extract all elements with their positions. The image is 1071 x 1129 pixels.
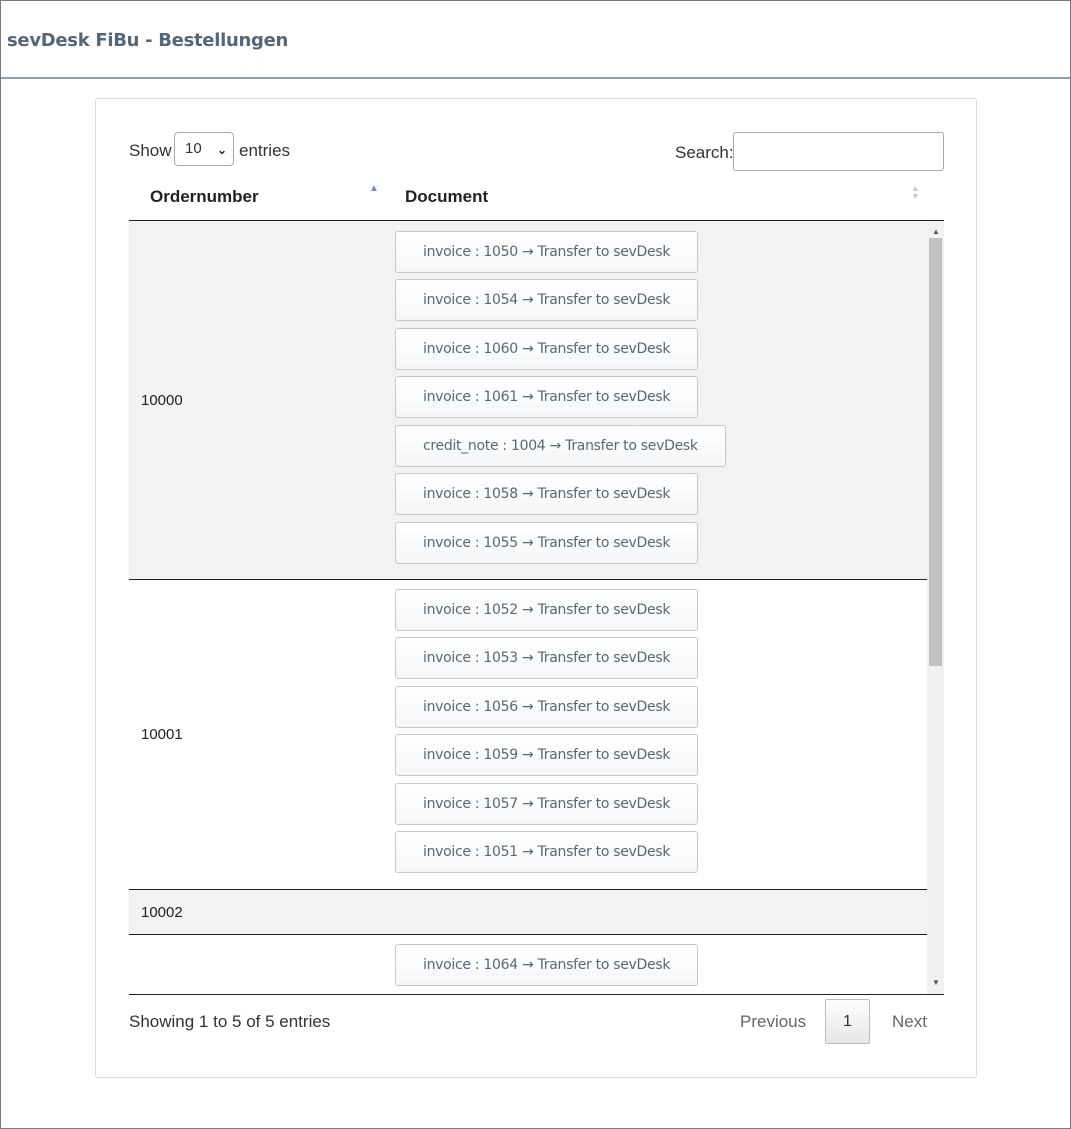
column-header-document[interactable]: Document bbox=[405, 187, 488, 207]
order-number-cell: 10002 bbox=[141, 904, 183, 921]
table-header: Ordernumber ▲ Document ▲ ▼ bbox=[129, 173, 944, 221]
table-row: 10001 invoice : 1052 → Transfer to sevDe… bbox=[129, 580, 927, 890]
scrollbar-thumb[interactable] bbox=[929, 238, 942, 666]
order-number-cell: 10000 bbox=[141, 392, 183, 409]
table-scroll-body[interactable]: 10000 invoice : 1050 → Transfer to sevDe… bbox=[129, 221, 944, 995]
transfer-document-button[interactable]: invoice : 1052 → Transfer to sevDesk bbox=[395, 589, 699, 631]
search-input[interactable] bbox=[733, 132, 944, 171]
transfer-document-button[interactable]: invoice : 1050 → Transfer to sevDesk bbox=[395, 231, 699, 273]
table-row: 10000 invoice : 1050 → Transfer to sevDe… bbox=[129, 221, 927, 580]
sort-ascending-icon: ▲ bbox=[369, 183, 379, 194]
vertical-scrollbar[interactable]: ▲ ▼ bbox=[927, 221, 944, 994]
transfer-document-button[interactable]: invoice : 1058 → Transfer to sevDesk bbox=[395, 473, 699, 515]
transfer-document-button[interactable]: invoice : 1053 → Transfer to sevDesk bbox=[395, 637, 699, 679]
pagination-previous[interactable]: Previous bbox=[740, 1012, 806, 1032]
transfer-document-button[interactable]: invoice : 1051 → Transfer to sevDesk bbox=[395, 831, 699, 873]
sort-both-icon: ▲ ▼ bbox=[911, 183, 920, 201]
transfer-document-button[interactable]: invoice : 1064 → Transfer to sevDesk bbox=[395, 944, 699, 986]
table-row: 10002 bbox=[129, 890, 927, 935]
column-header-ordernumber[interactable]: Ordernumber bbox=[150, 187, 259, 207]
transfer-document-button[interactable]: credit_note : 1004 → Transfer to sevDesk bbox=[395, 425, 726, 467]
table-info: Showing 1 to 5 of 5 entries bbox=[129, 1012, 331, 1031]
entries-label: entries bbox=[239, 141, 291, 160]
scroll-down-arrow-icon[interactable]: ▼ bbox=[932, 978, 940, 987]
show-label: Show bbox=[129, 141, 172, 160]
entries-length-select[interactable]: 10 ⌄ bbox=[174, 132, 234, 166]
scroll-up-arrow-icon[interactable]: ▲ bbox=[932, 227, 940, 236]
table-row: invoice : 1064 → Transfer to sevDesk bbox=[129, 935, 927, 994]
page-title: sevDesk FiBu - Bestellungen bbox=[7, 30, 288, 51]
transfer-document-button[interactable]: invoice : 1054 → Transfer to sevDesk bbox=[395, 279, 699, 321]
search-label: Search: bbox=[675, 143, 734, 162]
transfer-document-button[interactable]: invoice : 1060 → Transfer to sevDesk bbox=[395, 328, 699, 370]
transfer-document-button[interactable]: invoice : 1057 → Transfer to sevDesk bbox=[395, 783, 699, 825]
order-number-cell: 10001 bbox=[141, 726, 183, 743]
transfer-document-button[interactable]: invoice : 1059 → Transfer to sevDesk bbox=[395, 734, 699, 776]
pagination-next[interactable]: Next bbox=[892, 1012, 927, 1032]
pagination-page-1[interactable]: 1 bbox=[825, 999, 870, 1044]
transfer-document-button[interactable]: invoice : 1061 → Transfer to sevDesk bbox=[395, 376, 699, 418]
chevron-down-icon: ⌄ bbox=[216, 143, 227, 157]
app-header: sevDesk FiBu - Bestellungen bbox=[1, 1, 1070, 79]
entries-length-value: 10 bbox=[185, 140, 202, 157]
transfer-document-button[interactable]: invoice : 1056 → Transfer to sevDesk bbox=[395, 686, 699, 728]
transfer-document-button[interactable]: invoice : 1055 → Transfer to sevDesk bbox=[395, 522, 699, 564]
